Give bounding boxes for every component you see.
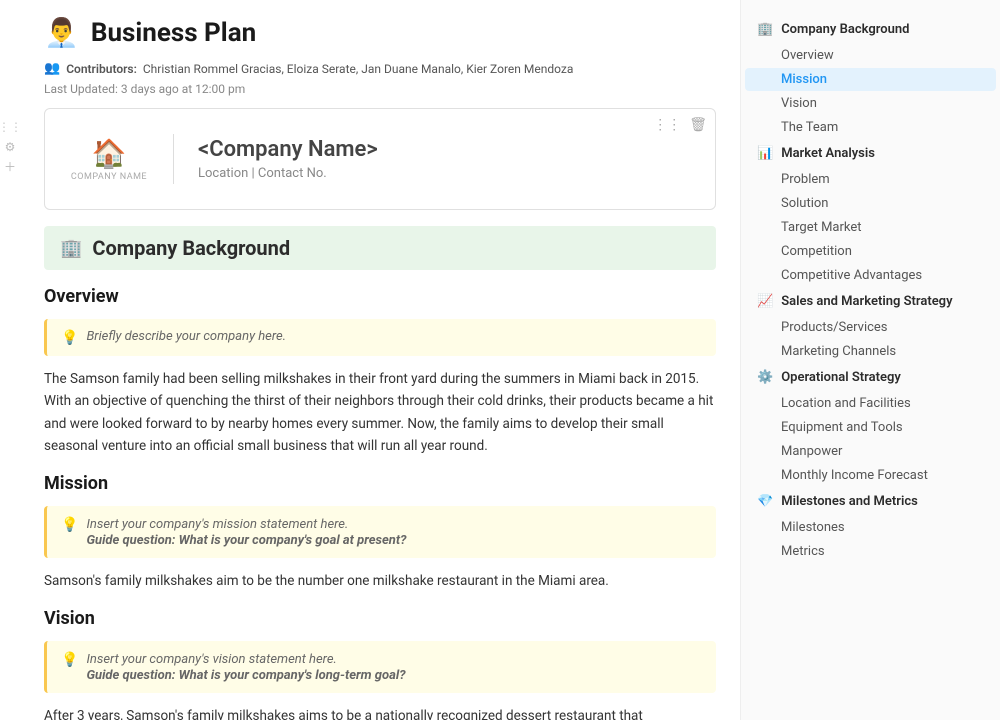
nav-item-the-team[interactable]: The Team: [745, 116, 996, 139]
nav-section-operational-strategy[interactable]: ⚙️ Operational Strategy: [741, 364, 1000, 391]
nav-section-icon-operational-strategy: ⚙️: [757, 370, 773, 385]
overview-hint-text: Briefly describe your company here.: [86, 329, 286, 344]
left-sidebar: ⋮⋮ ⚙ ＋: [0, 0, 20, 720]
company-logo: 🏠 COMPANY NAME: [69, 129, 149, 189]
nav-section-company-background[interactable]: 🏢 Company Background: [741, 16, 1000, 43]
nav-item-mission[interactable]: Mission: [745, 68, 996, 91]
vision-title: Vision: [44, 608, 716, 629]
contributors-label: Contributors:: [66, 62, 137, 76]
nav-item-competitive-advantages[interactable]: Competitive Advantages: [745, 264, 996, 287]
card-actions: ⋮⋮ 🗑: [653, 117, 707, 133]
nav-item-marketing-channels[interactable]: Marketing Channels: [745, 340, 996, 363]
nav-item-manpower[interactable]: Manpower: [745, 440, 996, 463]
right-sidebar: 🏢 Company Background OverviewMissionVisi…: [740, 0, 1000, 720]
company-divider: [173, 134, 174, 184]
nav-item-metrics[interactable]: Metrics: [745, 540, 996, 563]
hint-bulb-icon: 💡: [61, 330, 78, 346]
nav-item-competition[interactable]: Competition: [745, 240, 996, 263]
vision-hint-line2: Guide question: What is your company's l…: [86, 668, 405, 683]
mission-title: Mission: [44, 473, 716, 494]
nav-item-products-services[interactable]: Products/Services: [745, 316, 996, 339]
nav-item-milestones[interactable]: Milestones: [745, 516, 996, 539]
page-title: Business Plan: [91, 18, 256, 48]
overview-body: The Samson family had been selling milks…: [44, 368, 716, 457]
nav-item-problem[interactable]: Problem: [745, 168, 996, 191]
nav-item-vision[interactable]: Vision: [745, 92, 996, 115]
company-background-title: Company Background: [92, 236, 290, 260]
nav-item-monthly-income[interactable]: Monthly Income Forecast: [745, 464, 996, 487]
nav-section-icon-company-background: 🏢: [757, 22, 773, 37]
last-updated-label: Last Updated:: [44, 82, 118, 96]
logo-icon: 🏠: [92, 137, 127, 170]
mission-section: Mission 💡 Insert your company's mission …: [20, 473, 740, 592]
nav-item-solution[interactable]: Solution: [745, 192, 996, 215]
company-background-header: 🏢 Company Background: [44, 226, 716, 270]
drag-handle[interactable]: ⋮⋮: [0, 120, 22, 134]
nav-item-target-market[interactable]: Target Market: [745, 216, 996, 239]
company-background-icon: 🏢: [60, 238, 82, 259]
last-updated-value: 3 days ago at 12:00 pm: [121, 82, 245, 96]
company-name[interactable]: <Company Name>: [198, 137, 378, 162]
main-content: 👨‍💼 Business Plan 👥 Contributors: Christ…: [20, 0, 740, 720]
overview-hint-box: 💡 Briefly describe your company here.: [44, 319, 716, 356]
nav-section-label-market-analysis: Market Analysis: [781, 146, 875, 161]
nav-section-icon-sales-marketing: 📈: [757, 294, 773, 309]
nav-section-icon-milestones-metrics: 💎: [757, 494, 773, 509]
settings-icon[interactable]: ⚙: [5, 140, 16, 154]
company-info: <Company Name> Location | Contact No.: [198, 137, 378, 181]
card-drag-icon[interactable]: ⋮⋮: [653, 117, 681, 133]
add-block-icon[interactable]: ＋: [4, 158, 16, 175]
mission-hint-box: 💡 Insert your company's mission statemen…: [44, 506, 716, 558]
mission-hint-line1: Insert your company's mission statement …: [86, 517, 348, 532]
company-location: Location | Contact No.: [198, 166, 378, 181]
logo-subtext: COMPANY NAME: [71, 172, 147, 182]
nav-section-milestones-metrics[interactable]: 💎 Milestones and Metrics: [741, 488, 1000, 515]
nav-section-label-milestones-metrics: Milestones and Metrics: [781, 494, 918, 509]
last-updated: Last Updated: 3 days ago at 12:00 pm: [20, 80, 740, 108]
vision-hint-guide: Guide question: What is your company's l…: [86, 668, 405, 683]
block-actions: ⚙ ＋: [4, 140, 16, 175]
nav-section-icon-market-analysis: 📊: [757, 146, 773, 161]
nav-section-label-company-background: Company Background: [781, 22, 909, 37]
mission-hint-line2: Guide question: What is your company's g…: [86, 533, 406, 548]
nav-section-sales-marketing[interactable]: 📈 Sales and Marketing Strategy: [741, 288, 1000, 315]
nav-item-location-facilities[interactable]: Location and Facilities: [745, 392, 996, 415]
vision-hint-line1: Insert your company's vision statement h…: [86, 652, 336, 667]
meta-row: 👥 Contributors: Christian Rommel Gracias…: [20, 57, 740, 80]
contributors-list: Christian Rommel Gracias, Eloiza Serate,…: [143, 62, 573, 76]
page-header: 👨‍💼 Business Plan: [20, 0, 740, 57]
nav-section-market-analysis[interactable]: 📊 Market Analysis: [741, 140, 1000, 167]
mission-hint-icon: 💡: [61, 517, 78, 533]
vision-hint-text-container: Insert your company's vision statement h…: [86, 651, 405, 683]
mission-hint-guide: Guide question: What is your company's g…: [86, 533, 406, 548]
card-delete-icon[interactable]: 🗑: [689, 117, 707, 133]
nav-section-label-operational-strategy: Operational Strategy: [781, 370, 901, 385]
overview-section: Overview 💡 Briefly describe your company…: [20, 286, 740, 457]
vision-hint-icon: 💡: [61, 652, 78, 668]
mission-hint-text-container: Insert your company's mission statement …: [86, 516, 406, 548]
page-title-icon: 👨‍💼: [44, 16, 79, 49]
nav-item-overview[interactable]: Overview: [745, 44, 996, 67]
vision-section: Vision 💡 Insert your company's vision st…: [20, 608, 740, 720]
nav-section-label-sales-marketing: Sales and Marketing Strategy: [781, 294, 952, 309]
nav-item-equipment-tools[interactable]: Equipment and Tools: [745, 416, 996, 439]
vision-body: After 3 years, Samson's family milkshake…: [44, 705, 716, 720]
overview-title: Overview: [44, 286, 716, 307]
vision-hint-box: 💡 Insert your company's vision statement…: [44, 641, 716, 693]
mission-body: Samson's family milkshakes aim to be the…: [44, 570, 716, 592]
contributors-icon: 👥: [44, 61, 60, 76]
company-card: ⋮⋮ 🗑 🏠 COMPANY NAME <Company Name> Locat…: [44, 108, 716, 210]
